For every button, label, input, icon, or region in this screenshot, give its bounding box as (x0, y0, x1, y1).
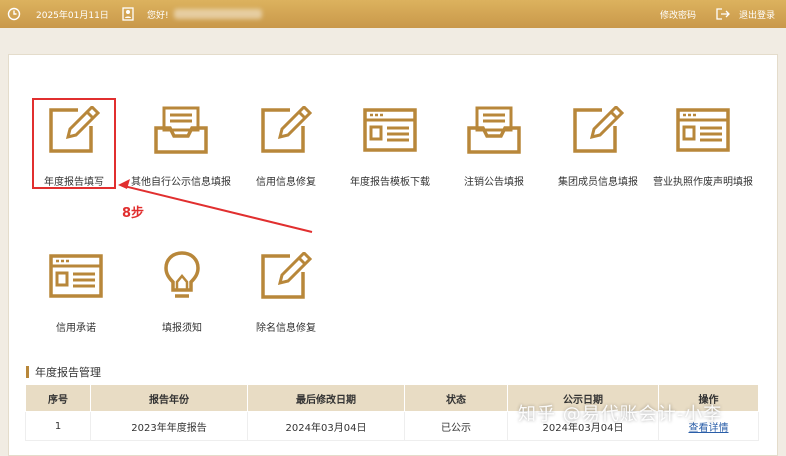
col-report-year: 报告年份 (90, 384, 248, 412)
cell-modified-date: 2024年03月04日 (247, 411, 405, 441)
section-bar (26, 366, 29, 378)
col-modified-date: 最后修改日期 (247, 384, 405, 412)
col-status: 状态 (404, 384, 508, 412)
cell-report-year: 2023年年度报告 (90, 411, 248, 441)
annotation-arrow (118, 179, 313, 233)
section-title: 年度报告管理 (26, 364, 101, 380)
section-title-text: 年度报告管理 (35, 366, 101, 379)
cell-status: 已公示 (404, 411, 508, 441)
step-annotation: 8步 (122, 206, 145, 221)
col-index: 序号 (25, 384, 91, 412)
watermark: 知乎 @易代账会计-小李 (518, 404, 723, 425)
cell-index: 1 (25, 411, 91, 441)
